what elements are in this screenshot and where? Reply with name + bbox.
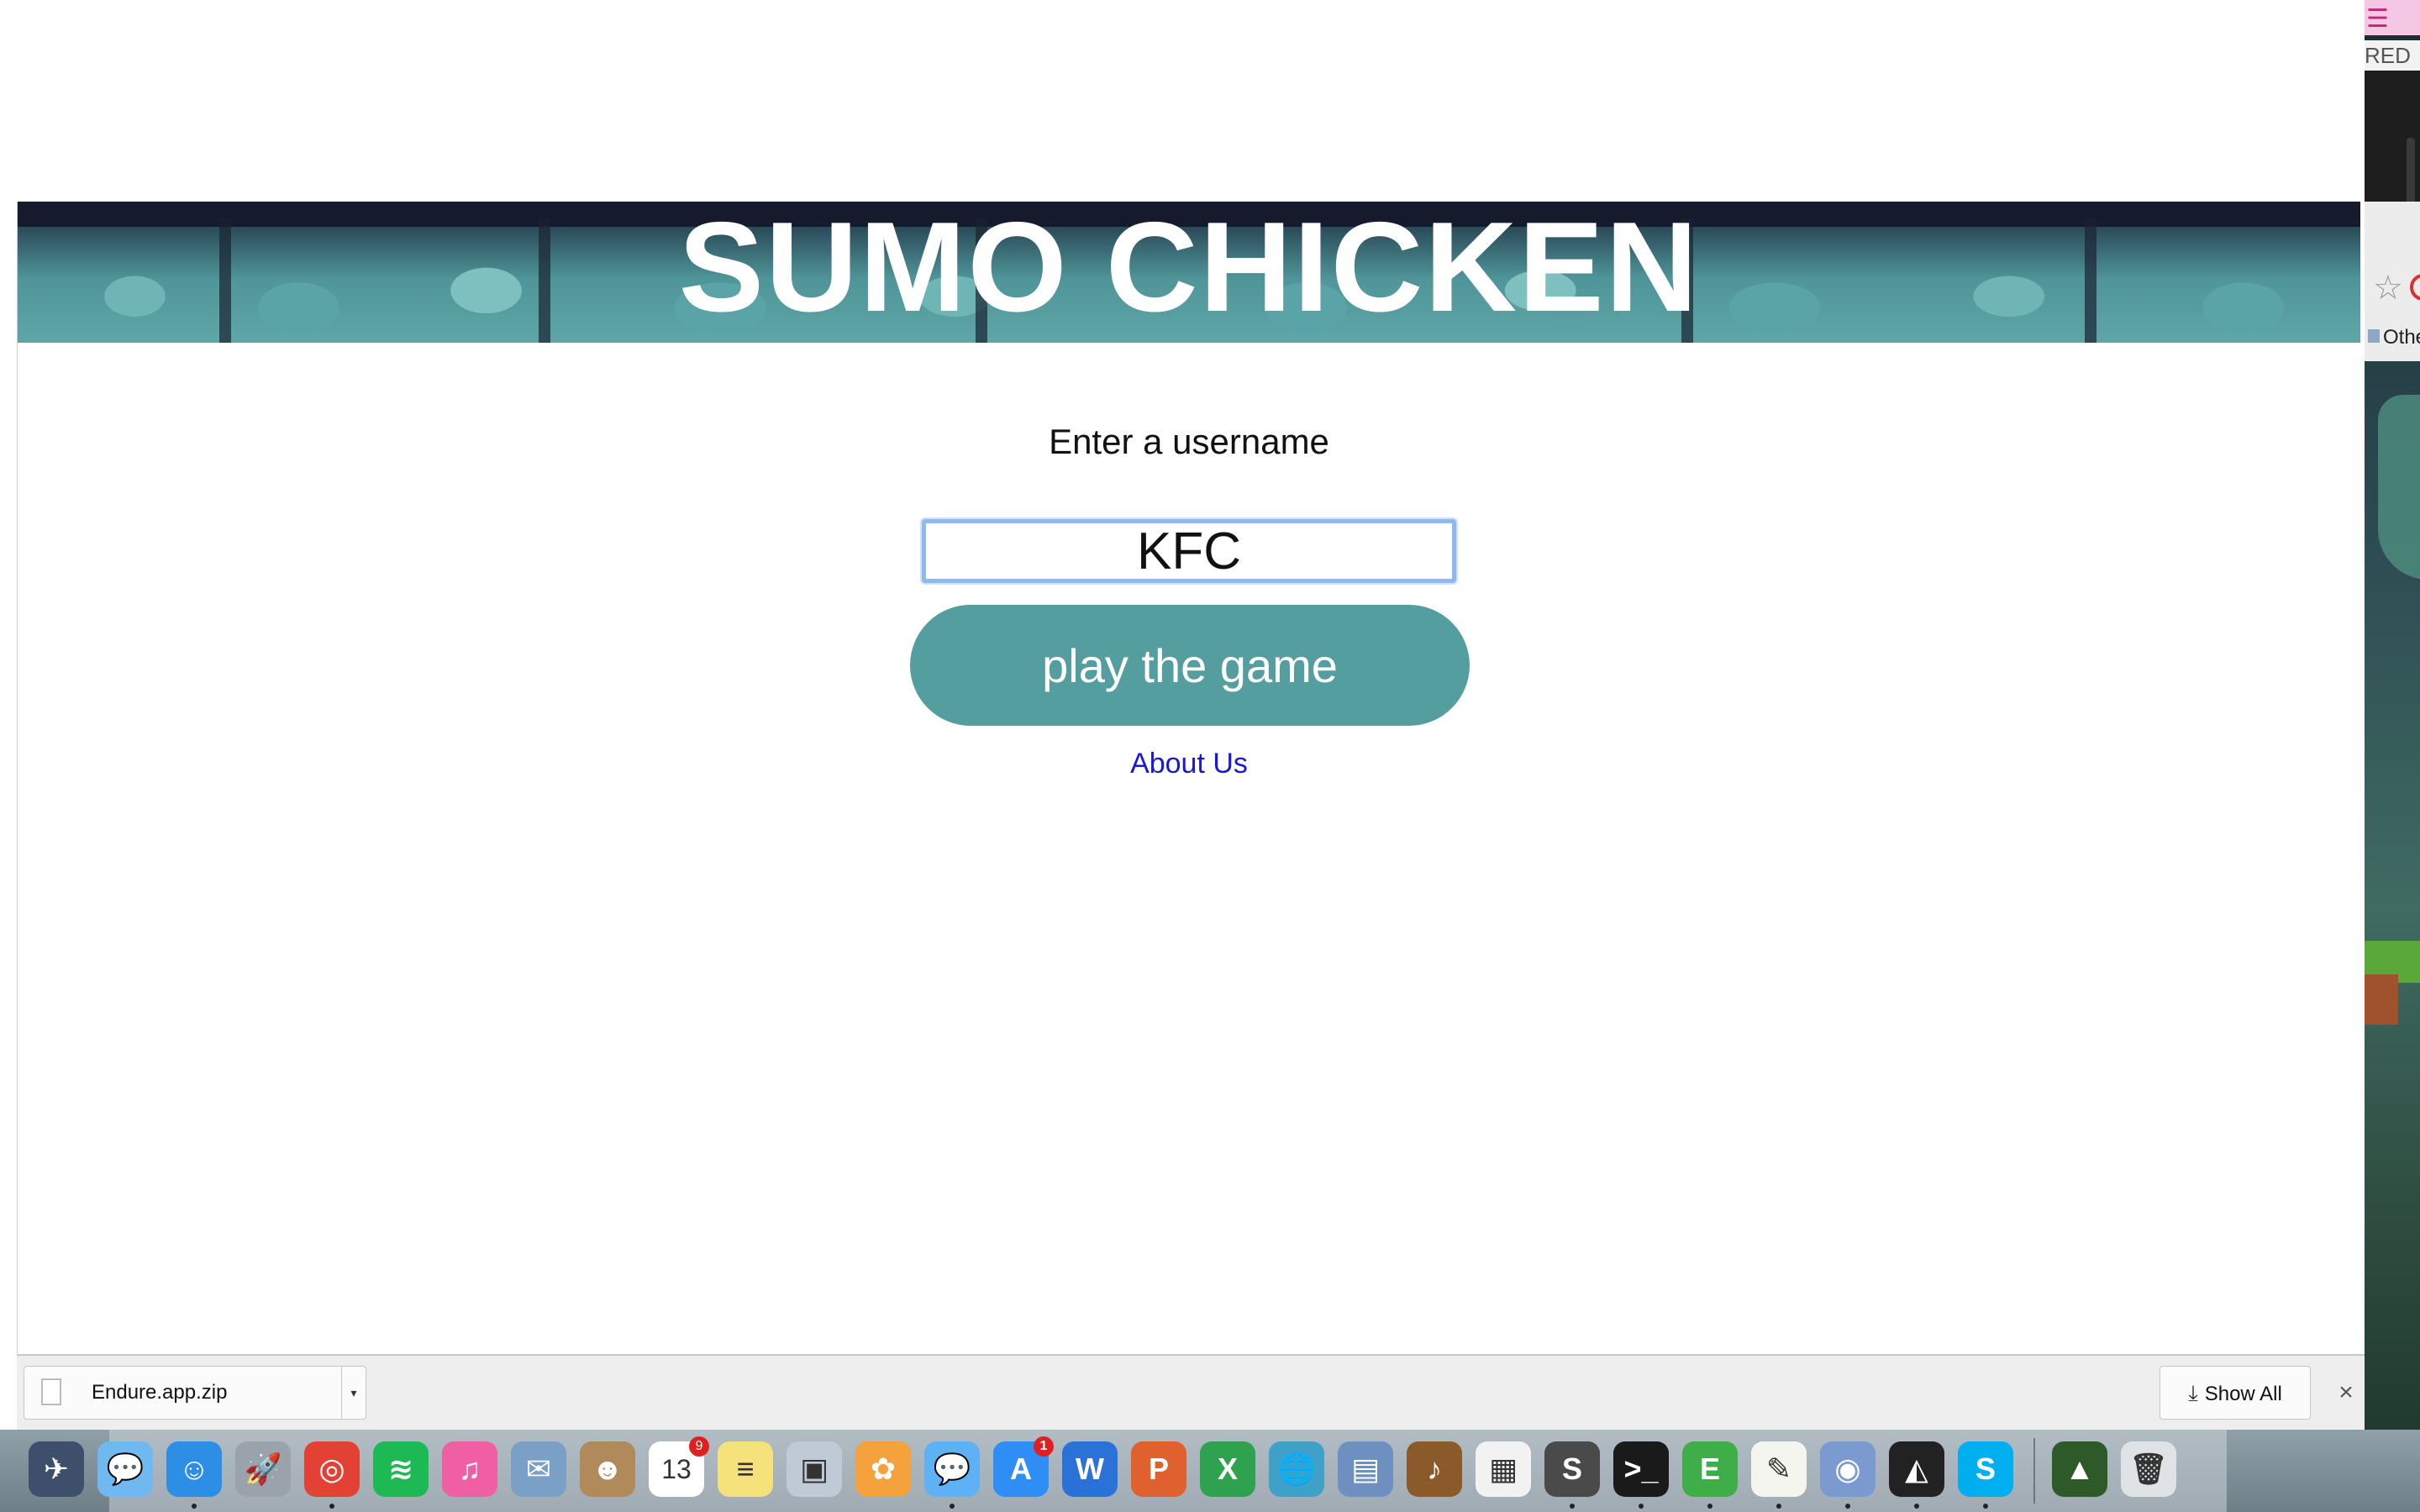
word-icon[interactable]: W bbox=[1062, 1441, 1118, 1497]
game-center-icon[interactable]: ◉ bbox=[1820, 1441, 1876, 1497]
background-window: ☰ RED ☆ Othe bbox=[2365, 0, 2420, 1512]
chrome-icon[interactable]: ◎ bbox=[304, 1441, 360, 1497]
messages-icon[interactable]: 💬 bbox=[97, 1441, 153, 1497]
contacts-icon[interactable]: ☻ bbox=[580, 1441, 635, 1497]
downloads-bar: Endure.app.zip ▾ ⤓ Show All × bbox=[17, 1354, 2365, 1431]
page-title: SUMO CHICKEN bbox=[678, 202, 1700, 339]
app-store-icon[interactable]: A1 bbox=[993, 1436, 1054, 1497]
show-all-label: Show All bbox=[2204, 1383, 2282, 1405]
notification-badge: 9 bbox=[689, 1436, 709, 1457]
browser-top-blank-area bbox=[0, 0, 2365, 202]
other-bookmarks-label[interactable]: Othe bbox=[2383, 326, 2420, 349]
background-foliage bbox=[2378, 395, 2420, 580]
download-item[interactable]: Endure.app.zip ▾ bbox=[24, 1366, 366, 1420]
bookmark-star-icon[interactable]: ☆ bbox=[2373, 269, 2403, 307]
network-globe-icon[interactable]: 🌐 bbox=[1269, 1441, 1324, 1497]
download-menu-chevron-icon[interactable]: ▾ bbox=[341, 1367, 366, 1419]
macos-dock: ✈ 💬 ☺ 🚀 ◎ ≋ ♫ ✉ ☻ 13 9 ≡ ▣ ✿ 💬 A 1 W P X 🌐 ▤ ♪ ▦ S >_ E ✎ ◉ ◭ S ▲ 🗑 bbox=[0, 1430, 2420, 1512]
title-banner: SUMO CHICKEN bbox=[18, 202, 2360, 343]
running-indicator bbox=[1707, 1504, 1712, 1509]
mail-icon[interactable]: ✉ bbox=[511, 1441, 566, 1497]
background-window-header: ☰ bbox=[2365, 0, 2420, 35]
spotify-icon[interactable]: ≋ bbox=[373, 1441, 429, 1497]
username-prompt: Enter a username bbox=[1049, 422, 1329, 461]
extension-icon[interactable] bbox=[2410, 274, 2420, 301]
photos-icon[interactable]: ✿ bbox=[855, 1441, 911, 1497]
running-indicator bbox=[950, 1504, 955, 1509]
bookmark-folder-icon[interactable] bbox=[2368, 329, 2380, 343]
calendar-icon[interactable]: 13 9 bbox=[649, 1436, 709, 1497]
skype-icon[interactable]: S bbox=[1958, 1441, 2013, 1497]
play-game-button[interactable]: play the game bbox=[910, 605, 1470, 726]
mission-control-icon[interactable]: ✈ bbox=[29, 1441, 84, 1497]
notification-badge: 1 bbox=[1034, 1436, 1054, 1457]
web-page: SUMO CHICKEN Enter a username play the g… bbox=[17, 202, 2360, 1354]
messages-bubble-icon[interactable]: 💬 bbox=[924, 1441, 980, 1497]
running-indicator bbox=[1845, 1504, 1850, 1509]
background-browser-toolbar: ☆ Othe bbox=[2365, 202, 2420, 361]
unity-icon[interactable]: ◭ bbox=[1889, 1441, 1944, 1497]
powerpoint-icon[interactable]: P bbox=[1131, 1441, 1186, 1497]
launchpad-icon[interactable]: 🚀 bbox=[235, 1441, 291, 1497]
show-all-downloads-button[interactable]: ⤓ Show All bbox=[2160, 1366, 2311, 1420]
remote-desktop-icon[interactable]: ▤ bbox=[1338, 1441, 1393, 1497]
app-grid-icon[interactable]: ▦ bbox=[1476, 1441, 1531, 1497]
background-window-dark-panel bbox=[2365, 71, 2420, 205]
username-input[interactable] bbox=[922, 519, 1456, 583]
notes-icon[interactable]: ≡ bbox=[718, 1441, 773, 1497]
garageband-icon[interactable]: ♪ bbox=[1407, 1441, 1462, 1497]
running-indicator bbox=[1776, 1504, 1781, 1509]
hamburger-menu-icon[interactable]: ☰ bbox=[2366, 7, 2389, 32]
running-indicator bbox=[1639, 1504, 1644, 1509]
running-indicator bbox=[329, 1504, 334, 1509]
trash-icon[interactable]: 🗑 bbox=[2121, 1441, 2176, 1497]
background-window-label: RED bbox=[2365, 40, 2420, 71]
terminal-icon[interactable]: >_ bbox=[1613, 1441, 1669, 1497]
close-downloads-bar-icon[interactable]: × bbox=[2329, 1366, 2363, 1420]
download-file-name[interactable]: Endure.app.zip bbox=[92, 1367, 227, 1419]
file-icon bbox=[41, 1378, 61, 1405]
evernote-icon[interactable]: E bbox=[1682, 1441, 1738, 1497]
preview-icon[interactable]: ▣ bbox=[786, 1441, 842, 1497]
running-indicator bbox=[1570, 1504, 1575, 1509]
scrollbar[interactable] bbox=[2407, 138, 2415, 205]
about-us-link[interactable]: About Us bbox=[18, 748, 2360, 780]
game-app-icon[interactable]: ▲ bbox=[2052, 1441, 2107, 1497]
sublime-text-icon[interactable]: S bbox=[1544, 1441, 1600, 1497]
textedit-icon[interactable]: ✎ bbox=[1751, 1441, 1807, 1497]
dock-separator bbox=[2033, 1438, 2035, 1504]
running-indicator bbox=[1983, 1504, 1988, 1509]
running-indicator bbox=[1914, 1504, 1919, 1509]
itunes-icon[interactable]: ♫ bbox=[442, 1441, 497, 1497]
download-arrow-icon: ⤓ bbox=[2188, 1380, 2198, 1405]
excel-icon[interactable]: X bbox=[1200, 1441, 1255, 1497]
running-indicator bbox=[192, 1504, 197, 1509]
background-dirt bbox=[2365, 974, 2398, 1025]
finder-icon[interactable]: ☺ bbox=[166, 1441, 222, 1497]
